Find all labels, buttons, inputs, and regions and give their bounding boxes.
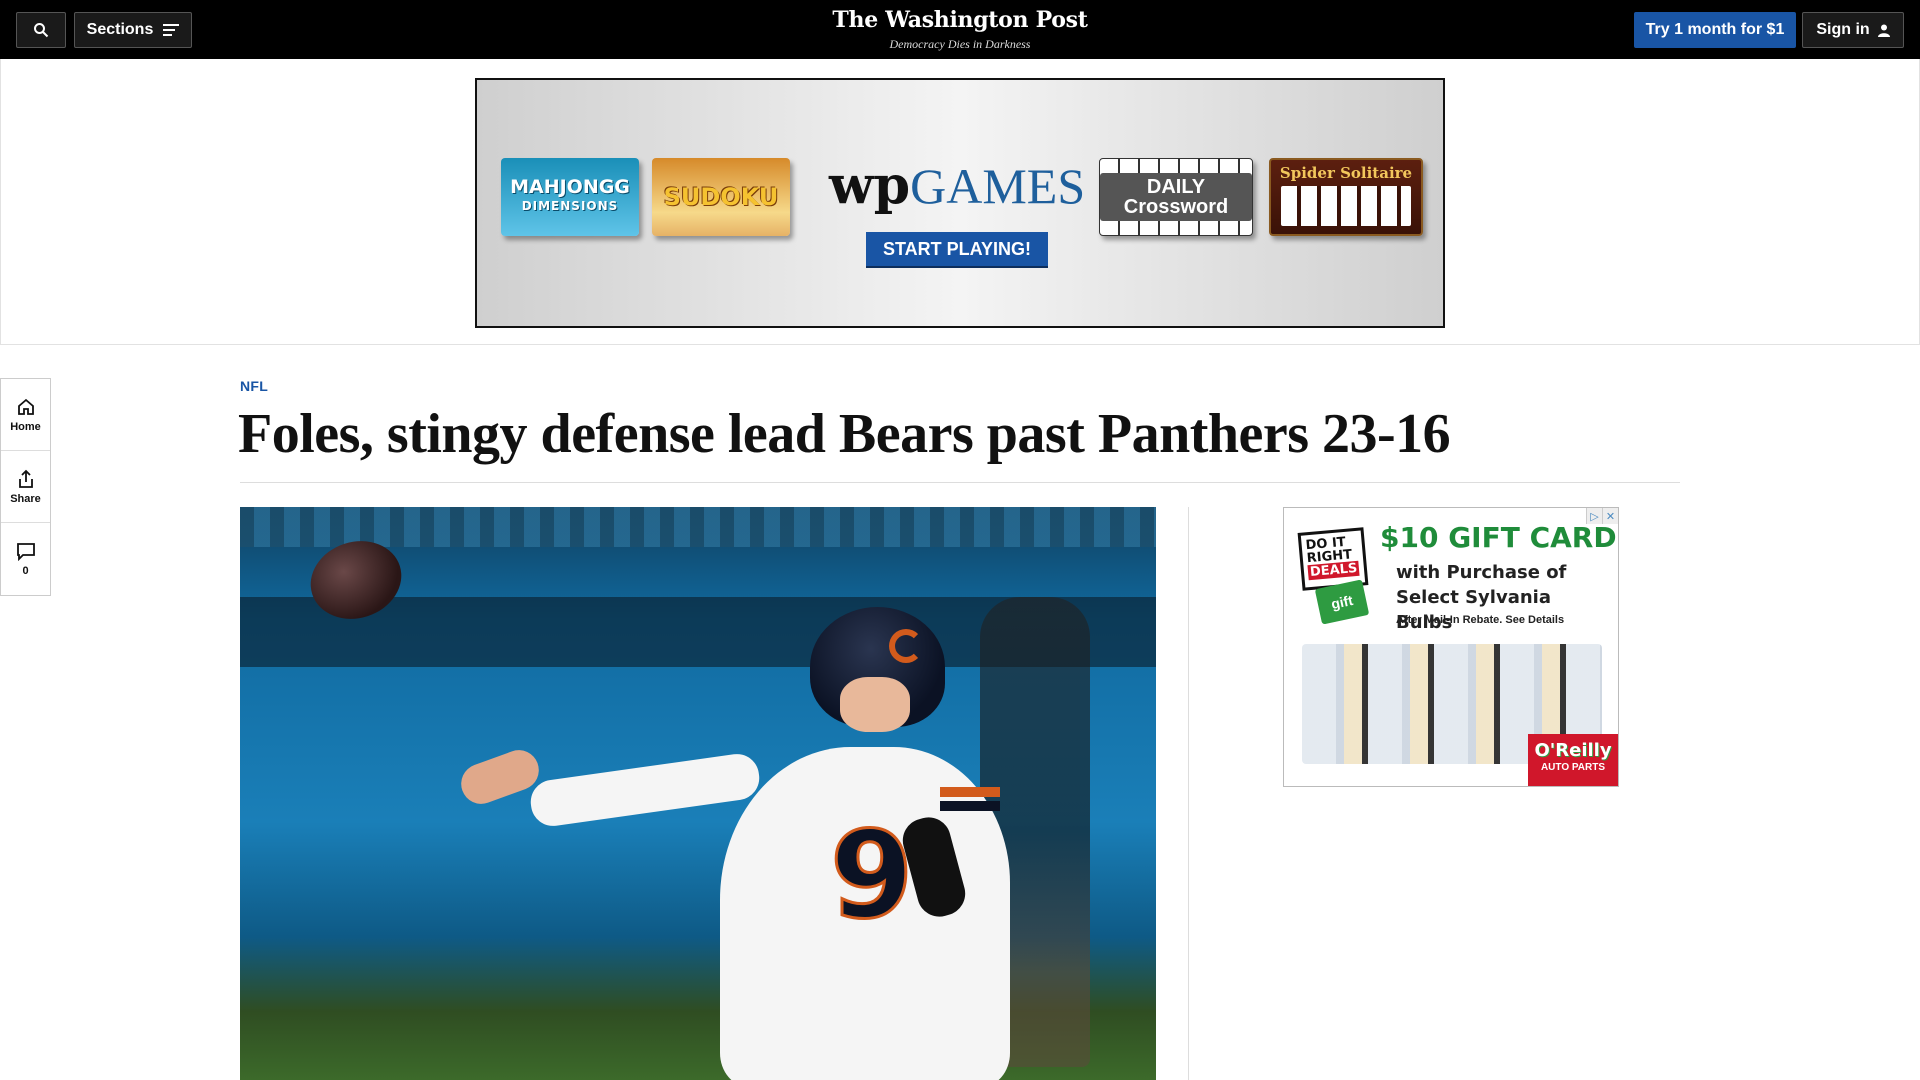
ad-headline: $10 GIFT CARD: [1380, 521, 1617, 554]
crossword-tile[interactable]: DAILY Crossword: [1099, 158, 1253, 236]
photo-throwing-arm: [527, 751, 763, 829]
photo-face: [840, 677, 910, 732]
mahjongg-title: MAHJONGG: [510, 176, 630, 198]
sections-label: Sections: [86, 21, 154, 38]
photo-sleeve-stripe-orange: [940, 787, 1000, 797]
subscribe-button[interactable]: Try 1 month for $1: [1634, 12, 1796, 48]
share-button[interactable]: Share: [1, 451, 50, 523]
games-wordmark: GAMES: [910, 158, 1086, 214]
site-logo[interactable]: The Washington Post: [760, 6, 1160, 34]
home-button[interactable]: Home: [1, 379, 50, 451]
comments-count: 0: [22, 565, 29, 577]
mahjongg-subtitle: DIMENSIONS: [521, 199, 619, 213]
home-label: Home: [10, 420, 41, 433]
headline-divider: [240, 482, 1680, 483]
article-kicker[interactable]: NFL: [240, 378, 268, 394]
column-divider: [1188, 507, 1189, 1080]
sign-in-label: Sign in: [1816, 21, 1870, 38]
wp-games-ad-banner[interactable]: MAHJONGG DIMENSIONS SUDOKU wpGAMES START…: [475, 78, 1445, 328]
share-label: Share: [10, 492, 41, 505]
menu-icon: [163, 24, 180, 36]
search-icon: [34, 23, 49, 38]
spider-solitaire-title: Spider Solitaire: [1279, 164, 1413, 182]
site-tagline: Democracy Dies in Darkness: [889, 37, 1031, 51]
user-icon: [1877, 24, 1890, 37]
sudoku-title: SUDOKU: [663, 183, 779, 211]
photo-jersey-number: 9: [829, 807, 915, 946]
search-button[interactable]: [16, 12, 66, 48]
deals-badge-line-3: DEALS: [1307, 560, 1360, 581]
masthead[interactable]: The Washington Post Democracy Dies in Da…: [760, 6, 1160, 52]
left-action-rail: Home Share 0: [0, 378, 51, 596]
spider-solitaire-tile[interactable]: Spider Solitaire: [1269, 158, 1423, 236]
photo-helmet-logo: [889, 629, 923, 663]
sudoku-tile[interactable]: SUDOKU: [652, 158, 790, 236]
sidebar-ad[interactable]: ▷ ✕ DO IT RIGHT DEALS gift $10 GIFT CARD…: [1283, 507, 1619, 787]
start-playing-button[interactable]: START PLAYING!: [866, 232, 1048, 266]
top-navigation-bar: Sections The Washington Post Democracy D…: [0, 0, 1920, 59]
photo-helmet: [810, 607, 945, 732]
photo-crowd: [240, 507, 1156, 547]
comments-button[interactable]: 0: [1, 523, 50, 595]
sign-in-button[interactable]: Sign in: [1802, 12, 1904, 48]
oreilly-logo: O'Reilly AUTO PARTS: [1528, 734, 1618, 786]
share-icon: [18, 469, 33, 488]
wp-mark: wp: [829, 155, 911, 216]
wp-games-logo: wpGAMES: [829, 160, 1085, 213]
solitaire-cards: [1281, 186, 1411, 226]
crossword-title: DAILY Crossword: [1100, 173, 1252, 221]
photo-sleeve-stripe-navy: [940, 801, 1000, 811]
comment-icon: [16, 543, 35, 561]
article-headline: Foles, stingy defense lead Bears past Pa…: [238, 403, 1451, 465]
home-icon: [17, 398, 34, 415]
photo-quarterback: 9: [455, 607, 1010, 1080]
mahjongg-tile[interactable]: MAHJONGG DIMENSIONS: [501, 158, 639, 236]
lead-photo[interactable]: 9: [240, 507, 1156, 1080]
ad-fine-print: After Mail-In Rebate. See Details: [1396, 614, 1565, 626]
oreilly-subtitle: AUTO PARTS: [1540, 762, 1606, 773]
sections-button[interactable]: Sections: [74, 12, 192, 48]
oreilly-wordmark: O'Reilly: [1534, 740, 1612, 761]
